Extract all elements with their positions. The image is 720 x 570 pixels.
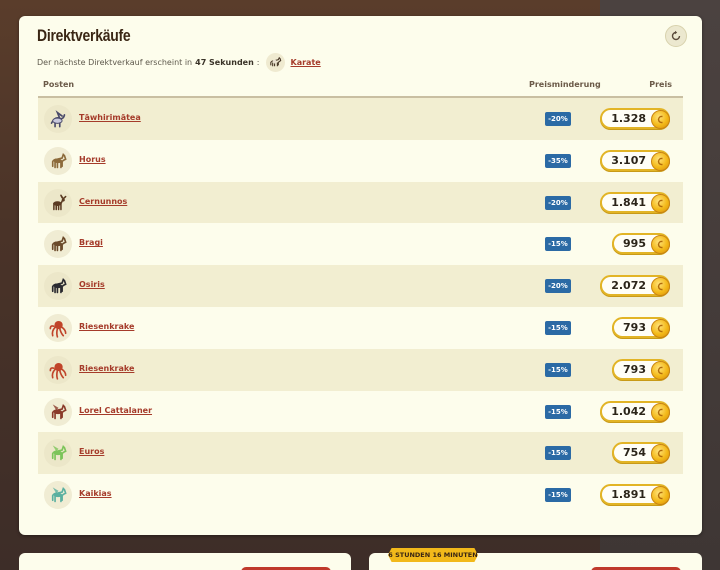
discount-badge: -15% <box>545 404 571 419</box>
discount-badge: -35% <box>545 153 571 168</box>
table-row[interactable]: Tāwhirimātea -20% 1.328 <box>38 98 683 140</box>
header-price: Preis <box>649 80 672 89</box>
price-value: 1.042 <box>611 404 646 418</box>
item-avatar <box>44 355 72 384</box>
item-avatar <box>44 188 72 217</box>
coin-icon <box>651 318 670 338</box>
item-name-link[interactable]: Tāwhirimātea <box>79 113 141 122</box>
coin-icon <box>651 360 670 380</box>
coin-icon <box>651 151 670 171</box>
coin-icon <box>651 402 670 422</box>
coin-icon <box>651 486 670 506</box>
item-avatar <box>44 272 72 301</box>
price-value: 1.328 <box>611 112 646 125</box>
pegasus-icon <box>51 487 67 503</box>
stag-icon <box>53 194 67 210</box>
buy-price-button[interactable]: 1.891 <box>600 484 670 506</box>
page-title: Direktverkäufe <box>37 26 131 45</box>
table-row[interactable]: Cernunnos -20% 1.841 <box>38 181 683 224</box>
header-discount: Preisminderung <box>529 80 601 89</box>
table-row[interactable]: Kaikias -15% 1.891 <box>38 474 683 516</box>
discount-badge: -15% <box>545 446 571 461</box>
refresh-button[interactable] <box>665 25 687 47</box>
item-avatar <box>44 230 72 259</box>
coin-icon <box>651 444 670 464</box>
kraken-icon <box>49 362 67 380</box>
price-value: 1.891 <box>611 488 646 502</box>
coin-icon <box>651 235 670 255</box>
horse-icon <box>51 152 67 169</box>
item-name-link[interactable]: Lorel Cattalaner <box>79 406 152 415</box>
discount-badge: -15% <box>545 488 571 503</box>
table-row[interactable]: Lorel Cattalaner -15% 1.042 <box>38 391 683 433</box>
table-row[interactable]: Riesenkrake -15% 793 <box>38 307 683 349</box>
buy-price-button[interactable]: 2.072 <box>600 275 670 297</box>
next-item-avatar <box>265 52 285 72</box>
buy-price-button[interactable]: 3.107 <box>600 149 670 171</box>
next-sale-text: Der nächste Direktverkauf erscheint in <box>37 57 193 67</box>
countdown: 47 Sekunden <box>195 57 254 67</box>
discount-badge: -20% <box>545 112 571 126</box>
table-row[interactable]: Riesenkrake -15% 793 <box>38 348 683 391</box>
refresh-icon <box>671 30 681 41</box>
table-row[interactable]: Horus -35% 3.107 <box>38 140 683 182</box>
buy-price-button[interactable]: 754 <box>612 442 670 464</box>
price-value: 754 <box>623 446 646 460</box>
table-row[interactable]: Euros -15% 754 <box>38 432 683 475</box>
dragon-icon <box>50 110 66 128</box>
bottom-card-left <box>19 553 351 570</box>
buy-price-button[interactable]: 793 <box>612 358 670 380</box>
item-avatar <box>44 397 72 426</box>
item-name-link[interactable]: Kaikias <box>79 489 112 498</box>
buy-price-button[interactable]: 1.042 <box>600 400 670 422</box>
discount-badge: -20% <box>545 279 571 294</box>
horse-icon <box>51 278 67 294</box>
buy-price-button[interactable]: 995 <box>612 233 670 255</box>
next-item-link[interactable]: Karate <box>291 58 321 67</box>
item-avatar <box>44 146 72 175</box>
item-name-link[interactable]: Euros <box>79 447 104 456</box>
price-value: 793 <box>623 320 646 334</box>
price-value: 2.072 <box>611 279 646 293</box>
item-avatar <box>44 481 72 510</box>
separator: : <box>256 57 260 67</box>
table-header: Posten Preisminderung Preis <box>43 78 683 96</box>
sales-table: Tāwhirimātea -20% 1.328 Horus -35% 3.107 Cernu… <box>38 98 683 516</box>
horse-icon <box>51 236 67 252</box>
kraken-icon <box>49 320 67 338</box>
price-value: 995 <box>623 237 646 251</box>
header-item: Posten <box>43 80 75 89</box>
table-row[interactable]: Osiris -20% 2.072 <box>38 265 683 307</box>
item-name-link[interactable]: Riesenkrake <box>79 364 134 373</box>
coin-icon <box>651 277 670 297</box>
discount-badge: -15% <box>545 237 571 252</box>
buy-price-button[interactable]: 1.841 <box>600 191 670 213</box>
item-avatar <box>44 105 72 133</box>
coin-icon <box>651 193 670 213</box>
item-name-link[interactable]: Horus <box>79 155 106 164</box>
timer-ribbon: 6 STUNDEN 16 MINUTEN <box>388 548 478 562</box>
price-value: 1.841 <box>611 195 646 209</box>
item-name-link[interactable]: Osiris <box>79 280 105 289</box>
item-name-link[interactable]: Riesenkrake <box>79 322 134 331</box>
pegasus-icon <box>51 445 67 461</box>
price-value: 3.107 <box>611 153 646 167</box>
price-value: 793 <box>623 362 646 376</box>
item-avatar <box>44 313 72 342</box>
item-avatar <box>44 439 72 468</box>
next-sale-info: Der nächste Direktverkauf erscheint in 4… <box>37 52 321 72</box>
discount-badge: -20% <box>545 195 571 210</box>
item-name-link[interactable]: Cernunnos <box>79 197 127 206</box>
buy-price-button[interactable]: 1.328 <box>600 108 670 129</box>
discount-badge: -15% <box>545 320 571 335</box>
horse-icon <box>269 56 281 66</box>
item-name-link[interactable]: Bragi <box>79 238 103 247</box>
discount-badge: -15% <box>545 362 571 377</box>
table-row[interactable]: Bragi -15% 995 <box>38 223 683 265</box>
buy-price-button[interactable]: 793 <box>612 316 670 338</box>
coin-icon <box>651 110 670 129</box>
pegasus-icon <box>51 403 67 419</box>
